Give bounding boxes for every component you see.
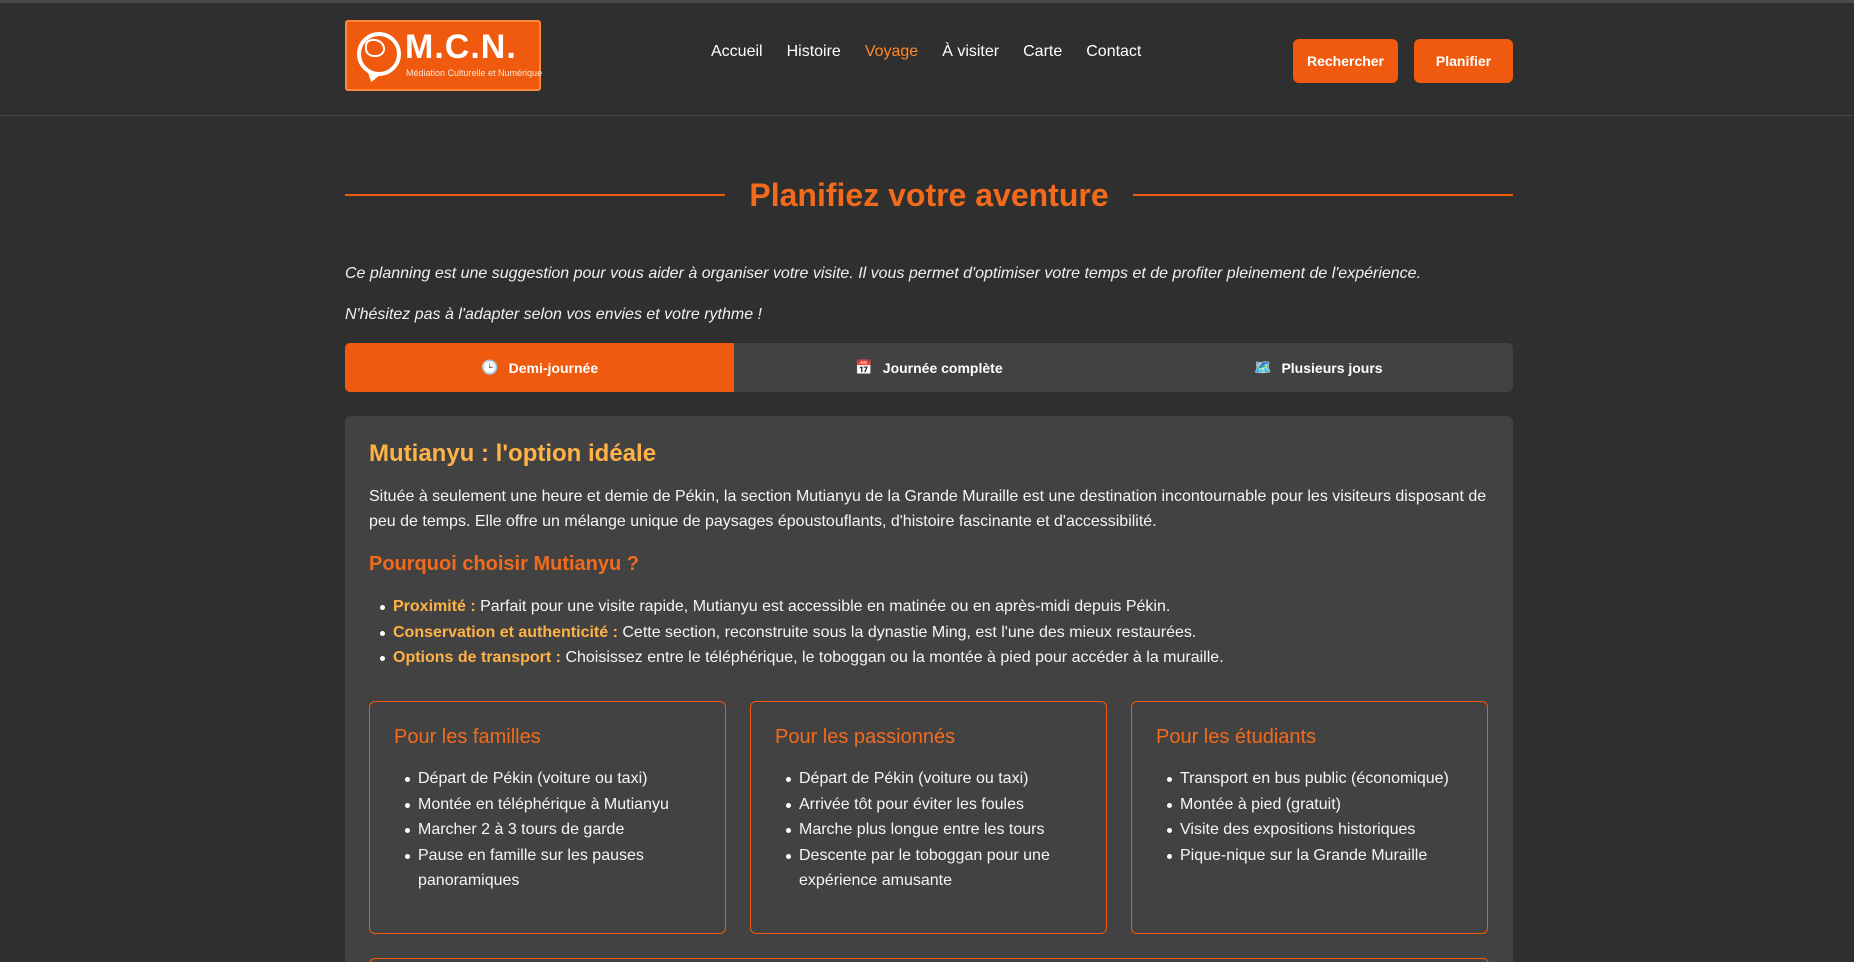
calendar-icon: 📅	[855, 359, 873, 375]
box-list: Départ de Pékin (voiture ou taxi) Montée…	[405, 766, 708, 894]
nav-link-carte[interactable]: Carte	[1023, 43, 1062, 61]
list-item: Proximité : Parfait pour une visite rapi…	[380, 594, 1224, 620]
nav-link-voyage[interactable]: Voyage	[865, 43, 918, 61]
list-item: Marcher 2 à 3 tours de garde	[405, 817, 708, 843]
logo-brain-icon	[365, 39, 385, 57]
page-title: Planifiez votre aventure	[749, 176, 1109, 213]
logo-subtitle: Médiation Culturelle et Numérique	[406, 68, 543, 78]
card-heading: Mutianyu : l'option idéale	[369, 440, 657, 467]
list-item: Pause en famille sur les pauses panorami…	[405, 843, 708, 894]
tab-label: Plusieurs jours	[1281, 359, 1383, 376]
reason-text: Cette section, reconstruite sous la dyna…	[617, 623, 1197, 641]
tab-demi-journee[interactable]: 🕒 Demi-journée	[345, 343, 735, 392]
logo[interactable]: M.C.N. Médiation Culturelle et Numérique	[345, 20, 543, 91]
list-item: Marche plus longue entre les tours	[786, 817, 1089, 843]
list-item: Montée en téléphérique à Mutianyu	[405, 792, 708, 818]
list-item: Départ de Pékin (voiture ou taxi)	[786, 766, 1089, 792]
reason-label: Options de transport :	[393, 649, 561, 666]
reason-text: Choisissez entre le téléphérique, le tob…	[561, 649, 1224, 666]
clock-icon: 🕒	[481, 359, 499, 375]
nav-link-contact[interactable]: Contact	[1086, 43, 1141, 61]
search-button[interactable]: Rechercher	[1293, 39, 1398, 83]
site-header: M.C.N. Médiation Culturelle et Numérique…	[0, 3, 1854, 116]
box-title: Pour les étudiants	[1156, 726, 1317, 748]
card-description: Située à seulement une heure et demie de…	[369, 488, 1487, 530]
main-nav: Accueil Histoire Voyage À visiter Carte …	[711, 43, 1141, 61]
reason-label: Proximité :	[393, 598, 476, 615]
box-title: Pour les passionnés	[775, 726, 956, 748]
duration-tabs: 🕒 Demi-journée 📅 Journée complète 🗺️ Plu…	[345, 343, 1513, 392]
box-list: Transport en bus public (économique) Mon…	[1167, 766, 1470, 869]
intro-text: Ce planning est une suggestion pour vous…	[345, 265, 1422, 282]
logo-title: M.C.N.	[405, 28, 517, 66]
students-box: Pour les étudiants Transport en bus publ…	[1131, 701, 1488, 934]
tab-journee-complete[interactable]: 📅 Journée complète	[734, 343, 1123, 392]
itinerary-card: Mutianyu : l'option idéale Située à seul…	[345, 416, 1513, 962]
list-item: Descente par le toboggan pour une expéri…	[786, 843, 1089, 894]
list-item: Pique-nique sur la Grande Muraille	[1167, 843, 1470, 869]
tab-label: Journée complète	[882, 359, 1003, 376]
list-item: Transport en bus public (économique)	[1167, 766, 1470, 792]
enthusiasts-box: Pour les passionnés Départ de Pékin (voi…	[750, 701, 1107, 934]
nav-link-histoire[interactable]: Histoire	[787, 43, 841, 61]
why-heading: Pourquoi choisir Mutianyu ?	[369, 553, 639, 575]
list-item: Visite des expositions historiques	[1167, 817, 1470, 843]
tab-plusieurs-jours[interactable]: 🗺️ Plusieurs jours	[1124, 343, 1513, 392]
list-item: Arrivée tôt pour éviter les foules	[786, 792, 1089, 818]
list-item: Départ de Pékin (voiture ou taxi)	[405, 766, 708, 792]
plan-button[interactable]: Planifier	[1414, 39, 1513, 83]
intro-note: N'hésitez pas à l'adapter selon vos envi…	[345, 306, 762, 323]
list-item: Montée à pied (gratuit)	[1167, 792, 1470, 818]
title-divider-right	[1132, 194, 1514, 196]
tab-label: Demi-journée	[508, 359, 599, 376]
list-item: Conservation et authenticité : Cette sec…	[380, 620, 1224, 646]
nav-link-accueil[interactable]: Accueil	[711, 43, 763, 61]
list-item: Options de transport : Choisissez entre …	[380, 645, 1224, 671]
map-icon: 🗺️	[1254, 359, 1272, 375]
section-title: Planifiez votre aventure	[345, 170, 1514, 220]
box-list: Départ de Pékin (voiture ou taxi) Arrivé…	[786, 766, 1089, 894]
families-box: Pour les familles Départ de Pékin (voitu…	[369, 701, 726, 934]
reason-label: Conservation et authenticité :	[393, 623, 618, 641]
title-divider-left	[345, 194, 726, 196]
next-section-box	[369, 958, 1489, 962]
nav-link-a-visiter[interactable]: À visiter	[942, 43, 999, 61]
reasons-list: Proximité : Parfait pour une visite rapi…	[380, 594, 1224, 671]
reason-text: Parfait pour une visite rapide, Mutianyu…	[475, 598, 1171, 615]
box-title: Pour les familles	[394, 726, 541, 748]
